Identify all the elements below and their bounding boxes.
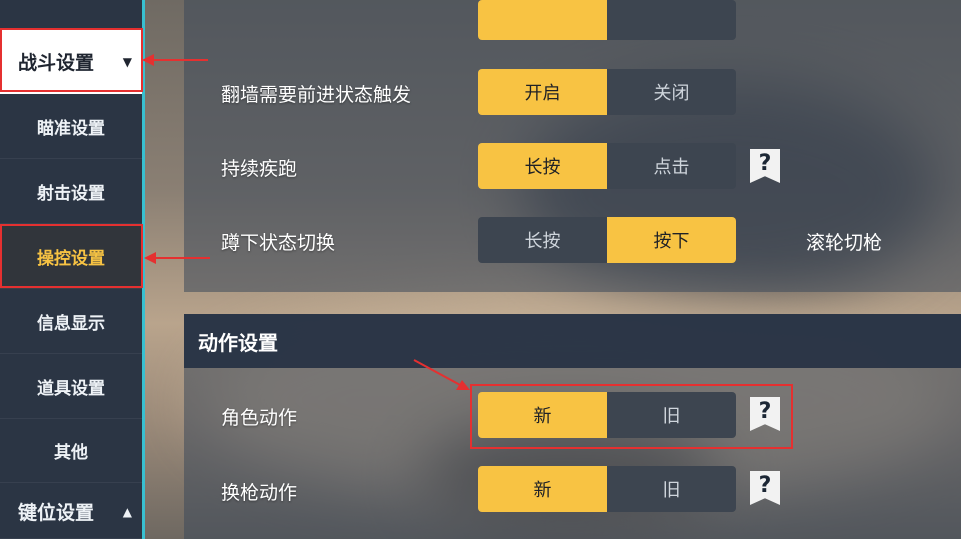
toggle-option-new[interactable]: 新	[478, 466, 607, 512]
scroll-switch-weapon-label: 滚轮切枪	[806, 232, 883, 254]
toggle-partial[interactable]	[478, 0, 736, 40]
chevron-up-icon: ▲	[122, 504, 132, 519]
toggle-option-hold[interactable]: 长按	[478, 143, 607, 189]
sidebar-item-label: 道具设置	[37, 378, 105, 399]
toggle-option-old[interactable]: 旧	[607, 392, 736, 438]
sidebar-item-battle-settings[interactable]: 战斗设置 ▼	[0, 30, 142, 94]
toggle-option-new[interactable]: 新	[478, 392, 607, 438]
row-label-crouch: 蹲下状态切换	[221, 232, 336, 254]
sidebar-item-item-settings[interactable]: 道具设置	[0, 354, 142, 419]
row-label-character-action: 角色动作	[221, 407, 298, 429]
sidebar-item-label: 操控设置	[37, 248, 105, 269]
sidebar-item-info-display[interactable]: 信息显示	[0, 289, 142, 354]
sidebar-item-label: 射击设置	[37, 183, 105, 204]
toggle-option-old[interactable]: 旧	[607, 466, 736, 512]
row-label-vault-trigger: 翻墙需要前进状态触发	[221, 84, 412, 106]
toggle-option-hold[interactable]: 长按	[478, 217, 607, 263]
row-label-sprint: 持续疾跑	[221, 158, 298, 180]
sidebar-item-control-settings[interactable]: 操控设置	[0, 224, 142, 289]
toggle-character-action[interactable]: 新 旧	[478, 392, 736, 438]
settings-sidebar: 战斗设置 ▼ 瞄准设置 射击设置 操控设置 信息显示 道具设置 其他 键位设置 …	[0, 0, 145, 539]
toggle-option-off[interactable]: 关闭	[607, 69, 736, 115]
toggle-weapon-switch-action[interactable]: 新 旧	[478, 466, 736, 512]
row-label-weapon-switch-action: 换枪动作	[221, 482, 298, 504]
toggle-option-tap[interactable]: 点击	[607, 143, 736, 189]
sidebar-item-label: 其他	[54, 442, 88, 463]
sidebar-item-label: 键位设置	[18, 502, 95, 524]
toggle-option[interactable]	[478, 0, 607, 40]
toggle-vault-trigger[interactable]: 开启 关闭	[478, 69, 736, 115]
toggle-sprint[interactable]: 长按 点击	[478, 143, 736, 189]
toggle-option[interactable]	[607, 0, 736, 40]
sidebar-item-other[interactable]: 其他	[0, 418, 142, 483]
sidebar-item-shoot-settings[interactable]: 射击设置	[0, 159, 142, 224]
sidebar-item-key-settings[interactable]: 键位设置 ▲	[0, 485, 142, 539]
toggle-option-press[interactable]: 按下	[607, 217, 736, 263]
toggle-crouch[interactable]: 长按 按下	[478, 217, 736, 263]
sidebar-item-label: 战斗设置	[18, 52, 95, 74]
section-title: 动作设置	[184, 314, 961, 368]
chevron-down-icon: ▼	[122, 54, 132, 69]
toggle-option-on[interactable]: 开启	[478, 69, 607, 115]
sidebar-item-label: 信息显示	[37, 313, 105, 334]
sidebar-item-aim-settings[interactable]: 瞄准设置	[0, 94, 142, 159]
sidebar-item-label: 瞄准设置	[37, 118, 105, 139]
